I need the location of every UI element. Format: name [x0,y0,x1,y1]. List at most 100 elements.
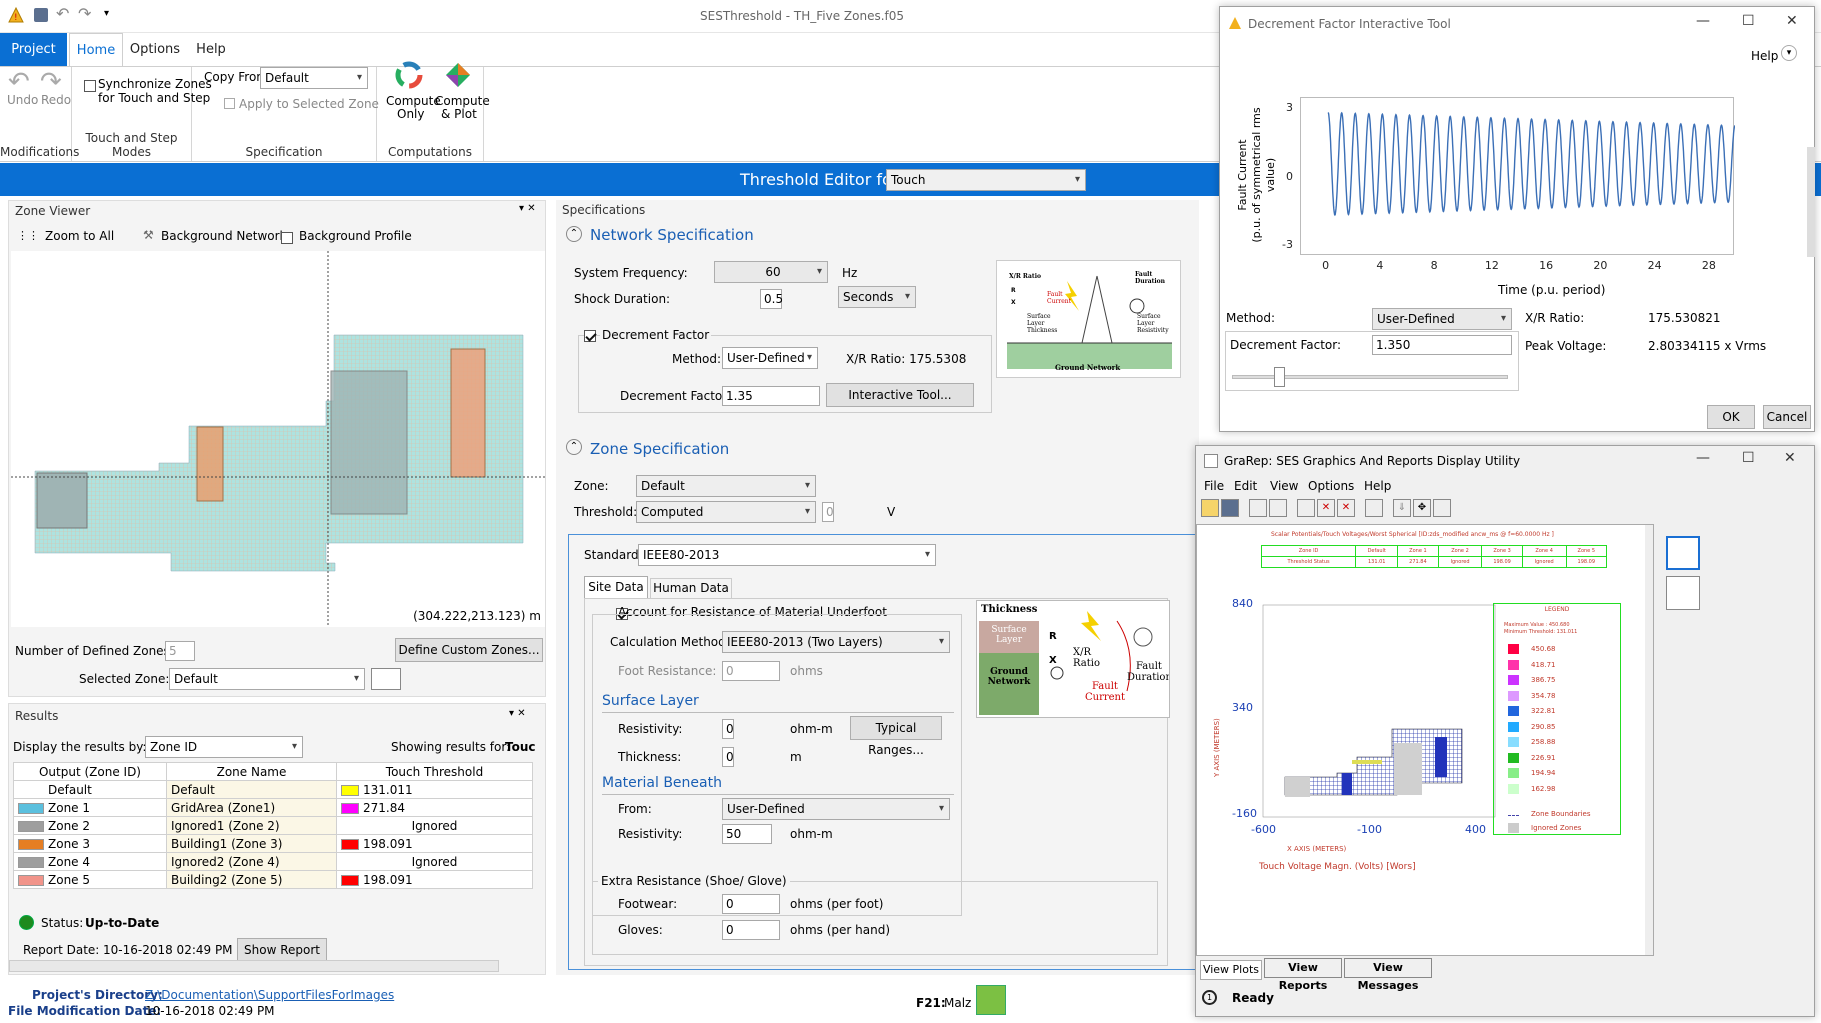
tab-home[interactable]: Home [69,33,123,66]
threshold-input[interactable]: 0 [822,502,834,522]
compute-plot-label-2[interactable]: & Plot [441,107,477,121]
open-icon[interactable] [1201,499,1219,517]
calc-method-select[interactable]: IEEE80-2013 (Two Layers) ▾ [722,631,950,653]
display-by-select[interactable]: Zone ID ▾ [145,736,303,758]
results-table[interactable]: Output (Zone ID) Zone Name Touch Thresho… [13,762,533,889]
method-select[interactable]: User-Defined ▾ [722,347,818,369]
dec-slider-track[interactable] [1232,367,1508,387]
maximize-icon[interactable]: ☐ [1742,450,1755,466]
menu-options[interactable]: Options [1308,479,1354,493]
tab-help[interactable]: Help [189,33,233,66]
save-icon[interactable] [1221,499,1239,517]
minimize-icon[interactable]: — [1696,13,1710,29]
typical-ranges-button[interactable]: Typical Ranges... [850,716,942,757]
copy-from-select[interactable]: Default ▾ [260,67,368,89]
header-output[interactable]: Output (Zone ID) [13,762,167,781]
background-profile-checkbox[interactable] [281,231,293,244]
print-icon[interactable] [1249,499,1267,517]
maximize-icon[interactable]: ☐ [1742,13,1755,29]
undo-icon[interactable]: ↶ [56,4,69,23]
header-zone-name[interactable]: Zone Name [166,762,337,781]
table-row[interactable]: Zone 5 Building2 (Zone 5) 198.091 [13,870,533,889]
thumbnail-2[interactable] [1666,576,1700,610]
scrollbar[interactable] [1807,147,1815,257]
table-row[interactable]: Zone 4 Ignored2 (Zone 4) Ignored [13,852,533,871]
panel-menu-icon[interactable]: ▾ ✕ [519,203,536,214]
zone-select[interactable]: Default ▾ [636,475,816,497]
threshold-editor-select[interactable]: Touch ▾ [886,169,1086,191]
close-icon[interactable]: ✕ [1784,450,1796,466]
thumbnail-1[interactable] [1666,536,1700,570]
sync-zones-checkbox[interactable] [84,79,96,92]
window-icon[interactable] [1433,499,1451,517]
scrollbar[interactable] [9,960,499,972]
tab-view-plots[interactable]: View Plots [1200,960,1262,980]
gloves-input[interactable]: 0 [722,920,780,940]
tab-options[interactable]: Options [127,33,183,66]
dec-slider-thumb[interactable] [1274,367,1286,387]
zoom-all-icon[interactable]: ⋮⋮ [17,229,39,242]
tab-view-messages[interactable]: View Messages [1344,958,1432,992]
redo-button[interactable]: Redo [41,93,71,107]
table-row[interactable]: Default Default 131.011 [13,780,533,799]
show-report-button[interactable]: Show Report [237,938,327,962]
apply-button[interactable]: Apply to Selected Zone [239,97,379,111]
compute-plot-icon[interactable] [444,61,472,92]
header-threshold[interactable]: Touch Threshold [336,762,533,781]
shock-input[interactable]: 0.5 [760,289,783,309]
menu-view[interactable]: View [1270,479,1298,493]
save-icon[interactable] [34,8,48,22]
apply-icon[interactable] [224,98,235,109]
ok-button[interactable]: OK [1707,405,1755,429]
zone-color-box[interactable] [371,668,401,690]
freq-select[interactable]: 60 ▾ [714,261,828,283]
menu-help[interactable]: Help [1364,479,1391,493]
binoculars-icon[interactable] [1365,499,1383,517]
num-zones-input[interactable]: 5 [165,641,195,661]
compute-only-label-2[interactable]: Only [397,107,425,121]
zone-canvas[interactable]: (304.222,213.123) m [11,251,545,627]
table-row[interactable]: Zone 1 GridArea (Zone1) 271.84 [13,798,533,817]
interactive-tool-button[interactable]: Interactive Tool... [826,383,974,407]
threshold-select[interactable]: Computed ▾ [636,501,816,523]
collapse-icon[interactable]: ⌃ [566,226,582,242]
panel-menu-icon[interactable]: ▾ ✕ [509,708,526,719]
grarep-scrollbar[interactable] [1645,525,1653,955]
menu-edit[interactable]: Edit [1234,479,1257,493]
resistivity2-input[interactable]: 50 [722,824,772,844]
print-preview-icon[interactable] [1269,499,1287,517]
tab-site-data[interactable]: Site Data [584,576,648,598]
decrement-checkbox[interactable] [584,329,596,342]
close-icon[interactable]: ✕ [1786,13,1798,29]
tab-view-reports[interactable]: View Reports [1264,958,1342,992]
tab-project[interactable]: Project [0,33,67,66]
delete-icon[interactable]: ✕ [1317,499,1335,517]
help-button[interactable]: Help [1751,49,1778,63]
dec-factor-input[interactable]: 1.350 [1372,335,1512,355]
footwear-input[interactable]: 0 [722,894,780,914]
cancel-button[interactable]: Cancel [1763,405,1811,429]
tab-human-data[interactable]: Human Data [650,578,732,598]
zoom-all-button[interactable]: Zoom to All [45,229,114,243]
thickness-input[interactable]: 0 [722,747,734,767]
define-zones-button[interactable]: Define Custom Zones... [395,638,543,662]
shock-unit-select[interactable]: Seconds ▾ [838,286,916,308]
dec-method-select[interactable]: User-Defined ▾ [1372,308,1512,330]
menu-file[interactable]: File [1204,479,1224,493]
from-select[interactable]: User-Defined ▾ [722,798,950,820]
dec-factor-input[interactable]: 1.35 [722,386,820,406]
copy-icon[interactable] [1297,499,1315,517]
malz-icon[interactable] [976,985,1006,1015]
collapse-icon[interactable]: ⌃ [566,439,582,455]
help-chevron-icon[interactable]: ▾ [1781,45,1797,61]
redo-icon[interactable]: ↷ [78,4,91,23]
minimize-icon[interactable]: — [1696,450,1710,466]
dir-link[interactable]: Z:\Documentation\SupportFilesForImages [145,988,394,1002]
foot-res-input[interactable]: 0 [722,661,780,681]
selected-zone-select[interactable]: Default ▾ [169,668,365,690]
standard-select[interactable]: IEEE80-2013 ▾ [638,544,936,566]
quick-access-dropdown-icon[interactable]: ▾ [104,8,109,19]
compute-only-label-1[interactable]: Compute [386,94,441,108]
resistivity-input[interactable]: 0 [722,719,734,739]
table-row[interactable]: Zone 3 Building1 (Zone 3) 198.091 [13,834,533,853]
